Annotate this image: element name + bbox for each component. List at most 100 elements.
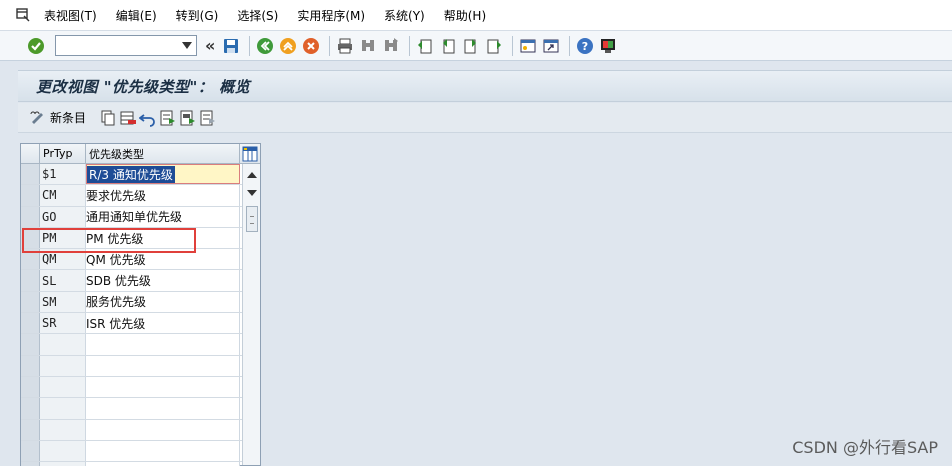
column-header-priority-type[interactable]: 优先级类型	[86, 144, 240, 163]
row-selector[interactable]	[21, 227, 40, 249]
menu-table-view[interactable]: 表视图(T)	[44, 7, 97, 24]
undo-change-icon[interactable]	[138, 108, 158, 128]
table-row[interactable]: SL SDB 优先级	[21, 270, 260, 292]
table-row[interactable]: PM PM 优先级	[21, 227, 260, 250]
cell-prtyp	[40, 334, 86, 355]
menu-system[interactable]: 系统(Y)	[384, 7, 425, 24]
deselect-all-icon[interactable]	[198, 108, 218, 128]
menu-utilities[interactable]: 实用程序(M)	[297, 7, 365, 24]
row-selector[interactable]	[21, 440, 40, 462]
row-selector[interactable]	[21, 270, 40, 291]
cell-priority-type-text[interactable]: PM 优先级	[86, 230, 143, 247]
cell-priority-type[interactable]: 要求优先级	[86, 185, 240, 206]
cell-prtyp: SM	[40, 291, 86, 313]
cell-prtyp	[40, 398, 86, 419]
table-row[interactable]: $1 R/3 通知优先级	[21, 164, 260, 186]
system-menu-icon[interactable]	[14, 6, 32, 24]
cell-priority-type-text[interactable]: QM 优先级	[86, 251, 146, 268]
empty-table-row[interactable]	[21, 376, 260, 399]
table-row[interactable]: GO 通用通知单优先级	[21, 206, 260, 228]
table-row[interactable]: SM 服务优先级	[21, 291, 260, 314]
cell-priority-type-text[interactable]: SDB 优先级	[86, 272, 151, 289]
back-icon[interactable]	[255, 36, 275, 56]
select-block-icon[interactable]	[178, 108, 198, 128]
vertical-scrollbar[interactable]	[242, 164, 260, 465]
cell-priority-type-text[interactable]: 要求优先级	[86, 187, 146, 204]
find-next-icon[interactable]	[381, 36, 401, 56]
cell-priority-type[interactable]	[86, 462, 240, 466]
cell-priority-type-text[interactable]: 服务优先级	[86, 293, 146, 310]
empty-table-row[interactable]	[21, 398, 260, 420]
cancel-icon[interactable]	[301, 36, 321, 56]
menu-goto[interactable]: 转到(G)	[176, 7, 219, 24]
cell-priority-type[interactable]	[86, 355, 240, 376]
row-selector[interactable]	[21, 164, 40, 185]
menu-help[interactable]: 帮助(H)	[444, 7, 486, 24]
exit-icon[interactable]	[278, 36, 298, 56]
new-entries-button[interactable]: 新条目	[50, 109, 86, 126]
cell-priority-type[interactable]	[86, 440, 240, 462]
cell-priority-type[interactable]: QM 优先级	[86, 249, 240, 270]
find-icon[interactable]	[358, 36, 378, 56]
row-selector[interactable]	[21, 334, 40, 355]
command-field[interactable]	[55, 35, 197, 56]
collapse-toolbar-icon[interactable]: «	[205, 36, 215, 55]
copy-as-icon[interactable]	[98, 108, 118, 128]
edit-display-toggle-icon[interactable]	[28, 108, 48, 128]
row-selector[interactable]	[21, 376, 40, 398]
row-selector[interactable]	[21, 462, 40, 466]
table-row[interactable]: CM 要求优先级	[21, 185, 260, 207]
help-icon[interactable]: ?	[575, 36, 595, 56]
cell-priority-type[interactable]	[86, 419, 240, 440]
column-header-prtyp[interactable]: PrTyp	[40, 144, 86, 163]
delete-row-icon[interactable]	[118, 108, 138, 128]
empty-table-row[interactable]	[21, 334, 260, 356]
cell-priority-type-text[interactable]: R/3 通知优先级	[87, 165, 175, 183]
last-page-icon[interactable]	[484, 36, 504, 56]
cell-priority-type[interactable]	[86, 376, 240, 398]
row-selector[interactable]	[21, 419, 40, 440]
scroll-thumb[interactable]	[246, 206, 258, 232]
cell-priority-type-text[interactable]: ISR 优先级	[86, 315, 145, 332]
prev-page-icon[interactable]	[438, 36, 458, 56]
next-page-icon[interactable]	[461, 36, 481, 56]
cell-priority-type[interactable]	[86, 398, 240, 419]
enter-check-icon[interactable]	[26, 36, 46, 56]
scroll-up-icon[interactable]	[247, 172, 257, 178]
cell-priority-type[interactable]: 通用通知单优先级	[86, 206, 240, 227]
print-icon[interactable]	[335, 36, 355, 56]
first-page-icon[interactable]	[415, 36, 435, 56]
table-settings-icon[interactable]	[240, 144, 260, 163]
empty-table-row[interactable]	[21, 355, 260, 377]
row-selector[interactable]	[21, 398, 40, 419]
cell-priority-type[interactable]	[86, 334, 240, 355]
cell-priority-type[interactable]: R/3 通知优先级	[86, 164, 240, 185]
save-icon[interactable]	[221, 36, 241, 56]
row-selector[interactable]	[21, 355, 40, 376]
shortcut-icon[interactable]	[541, 36, 561, 56]
select-all-rows-button[interactable]	[21, 144, 40, 163]
menu-edit[interactable]: 编辑(E)	[116, 7, 157, 24]
menu-selection[interactable]: 选择(S)	[237, 7, 278, 24]
cell-priority-type[interactable]: ISR 优先级	[86, 313, 240, 334]
row-selector[interactable]	[21, 185, 40, 206]
row-selector[interactable]	[21, 206, 40, 227]
cell-priority-type-text[interactable]: 通用通知单优先级	[86, 208, 182, 225]
select-all-icon[interactable]	[158, 108, 178, 128]
table-row[interactable]: QM QM 优先级	[21, 249, 260, 271]
layout-icon[interactable]	[598, 36, 618, 56]
row-selector[interactable]	[21, 249, 40, 270]
cell-priority-type[interactable]: SDB 优先级	[86, 270, 240, 291]
cell-priority-type[interactable]: PM 优先级	[86, 227, 240, 249]
row-selector[interactable]	[21, 313, 40, 334]
empty-table-row[interactable]	[21, 440, 260, 463]
cell-priority-type[interactable]: 服务优先级	[86, 291, 240, 313]
empty-table-row[interactable]	[21, 419, 260, 441]
scroll-down-icon[interactable]	[247, 190, 257, 196]
table-row[interactable]: SR ISR 优先级	[21, 313, 260, 335]
create-session-icon[interactable]	[518, 36, 538, 56]
command-input[interactable]	[56, 36, 174, 55]
empty-table-row[interactable]	[21, 462, 260, 466]
row-selector[interactable]	[21, 291, 40, 313]
chevron-down-icon[interactable]	[182, 42, 192, 49]
